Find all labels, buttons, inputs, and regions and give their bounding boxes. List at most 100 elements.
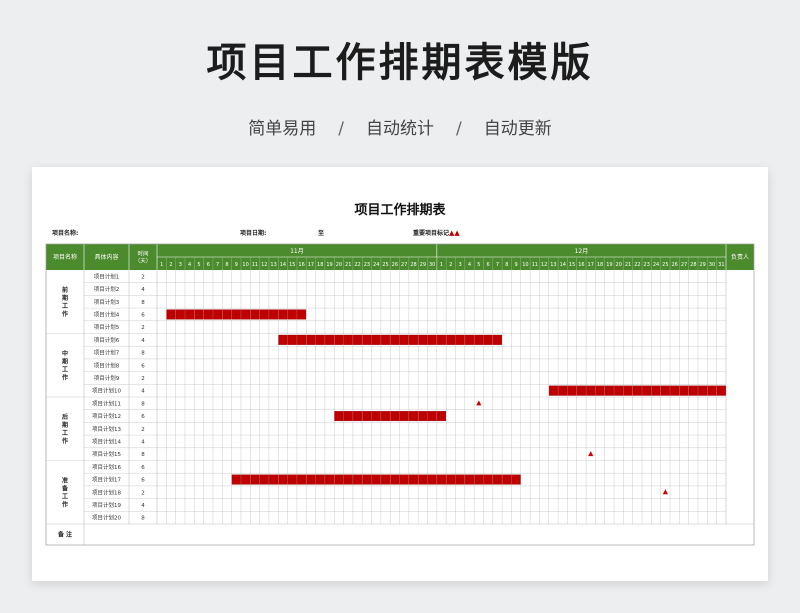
day-number: 30 bbox=[709, 262, 715, 268]
day-number: 13 bbox=[550, 262, 556, 268]
group-label-char: 工 bbox=[62, 493, 68, 500]
gantt-bar-cell bbox=[241, 309, 251, 320]
gantt-bar-cell bbox=[185, 309, 195, 320]
row-item: 项目计划15 bbox=[92, 450, 121, 458]
day-number: 15 bbox=[289, 262, 295, 268]
gantt-bar-cell bbox=[381, 411, 391, 422]
gantt-bar-cell bbox=[464, 474, 474, 485]
gantt-bar-cell bbox=[315, 474, 325, 485]
gantt-bar-cell bbox=[707, 385, 717, 396]
schedule-table: 项目名称 具体内容 时间（天）负责人11月1 2 3 4 5 6 7 8 9 10 11 12 13 14 15… bbox=[45, 243, 755, 546]
gantt-bar-cell bbox=[511, 474, 521, 485]
day-number: 2 bbox=[169, 262, 172, 268]
day-number: 10 bbox=[242, 262, 248, 268]
gantt-bar-cell bbox=[492, 334, 502, 345]
group-label-char: 作 bbox=[62, 500, 68, 508]
gantt-bar-cell bbox=[390, 411, 400, 422]
day-number: 26 bbox=[672, 262, 678, 268]
gantt-bar-cell bbox=[390, 334, 400, 345]
gantt-bar-cell bbox=[362, 474, 372, 485]
gantt-bar-cell bbox=[315, 334, 325, 345]
gantt-bar-cell bbox=[362, 411, 372, 422]
row-days: 2 bbox=[141, 490, 145, 496]
gantt-bar-cell bbox=[222, 309, 232, 320]
gantt-bar-cell bbox=[278, 309, 288, 320]
day-number: 14 bbox=[280, 262, 286, 268]
gantt-bar-cell bbox=[353, 334, 363, 345]
day-number: 13 bbox=[270, 262, 276, 268]
day-number: 10 bbox=[522, 262, 528, 268]
header-time-unit: （天） bbox=[135, 258, 152, 265]
row-days: 8 bbox=[141, 516, 145, 522]
gantt-bar-cell bbox=[716, 385, 726, 396]
header-time: 时间 bbox=[137, 250, 148, 258]
group-label-char: 工 bbox=[62, 366, 68, 373]
row-days: 8 bbox=[141, 452, 145, 458]
day-number: 12 bbox=[261, 262, 267, 268]
gantt-bar-cell bbox=[576, 385, 586, 396]
gantt-bar-cell bbox=[353, 411, 363, 422]
gantt-bar-cell bbox=[446, 474, 456, 485]
row-days: 4 bbox=[141, 287, 145, 293]
day-number: 6 bbox=[487, 262, 490, 268]
gantt-bar-cell bbox=[297, 474, 307, 485]
day-number: 22 bbox=[634, 262, 640, 268]
row-item: 项目计划3 bbox=[94, 298, 120, 306]
day-number: 12 bbox=[541, 262, 547, 268]
gantt-bar-cell bbox=[381, 474, 391, 485]
day-number: 28 bbox=[690, 262, 696, 268]
gantt-bar-cell bbox=[231, 474, 241, 485]
gantt-bar-cell bbox=[483, 474, 493, 485]
day-number: 27 bbox=[401, 262, 407, 268]
header-project-name: 项目名称 bbox=[53, 253, 77, 261]
row-days: 2 bbox=[141, 427, 145, 433]
gantt-bar-cell bbox=[231, 309, 241, 320]
gantt-bar-cell bbox=[446, 334, 456, 345]
row-item: 项目计划18 bbox=[92, 488, 121, 496]
group-label-char: 后 bbox=[62, 413, 68, 421]
group-label-char: 工 bbox=[62, 430, 68, 437]
row-days: 4 bbox=[141, 439, 145, 445]
gantt-bar-cell bbox=[325, 334, 335, 345]
day-number: 21 bbox=[625, 262, 631, 268]
gantt-bar-cell bbox=[418, 411, 428, 422]
row-days: 6 bbox=[141, 465, 145, 471]
gantt-bar-cell bbox=[334, 474, 344, 485]
remarks-label: 备 注 bbox=[57, 531, 72, 539]
day-number: 18 bbox=[597, 262, 603, 268]
day-number: 1 bbox=[440, 262, 443, 268]
day-number: 17 bbox=[588, 262, 594, 268]
gantt-bar-cell bbox=[194, 309, 204, 320]
header-content: 具体内容 bbox=[94, 253, 118, 261]
day-number: 16 bbox=[298, 262, 304, 268]
gantt-bar-cell bbox=[297, 334, 307, 345]
month-label: 12月 bbox=[575, 248, 589, 255]
gantt-bar-cell bbox=[241, 474, 251, 485]
milestone-marker bbox=[662, 489, 668, 495]
day-number: 20 bbox=[616, 262, 622, 268]
gantt-bar-cell bbox=[409, 411, 419, 422]
row-days: 2 bbox=[141, 274, 145, 280]
day-number: 23 bbox=[364, 262, 370, 268]
day-number: 6 bbox=[207, 262, 210, 268]
day-number: 3 bbox=[179, 262, 182, 268]
milestone-marker bbox=[588, 451, 594, 457]
day-number: 8 bbox=[505, 262, 508, 268]
gantt-bar-cell bbox=[474, 334, 484, 345]
gantt-bar-cell bbox=[399, 411, 409, 422]
group-label-char: 前 bbox=[62, 286, 68, 294]
day-number: 9 bbox=[515, 262, 518, 268]
gantt-bar-cell bbox=[642, 385, 652, 396]
row-item: 项目计划4 bbox=[94, 310, 120, 318]
day-number: 18 bbox=[317, 262, 323, 268]
row-days: 6 bbox=[141, 414, 145, 420]
day-number: 29 bbox=[699, 262, 705, 268]
day-number: 7 bbox=[216, 262, 219, 268]
day-number: 11 bbox=[532, 262, 538, 268]
row-item: 项目计划17 bbox=[92, 476, 121, 484]
gantt-bar-cell bbox=[567, 385, 577, 396]
gantt-bar-cell bbox=[343, 411, 353, 422]
gantt-bar-cell bbox=[250, 309, 260, 320]
day-number: 3 bbox=[459, 262, 462, 268]
row-item: 项目计划12 bbox=[92, 412, 121, 420]
